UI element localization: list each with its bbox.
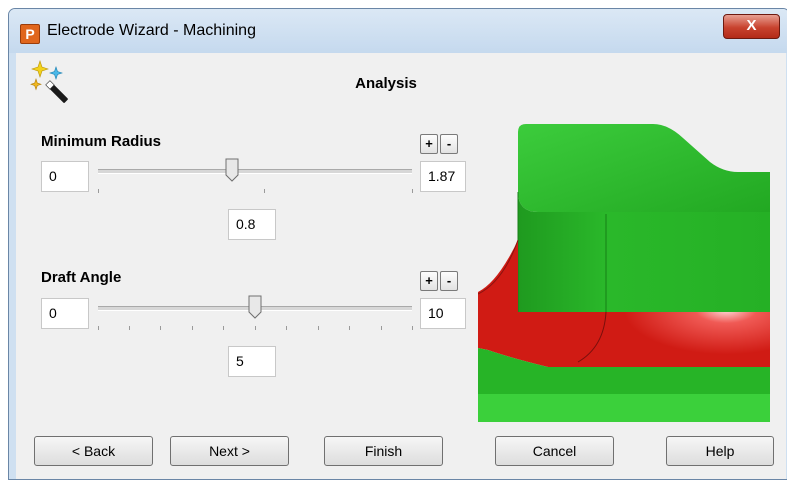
next-button[interactable]: Next > xyxy=(170,436,289,466)
slider-tick xyxy=(255,326,256,330)
minimum-radius-label: Minimum Radius xyxy=(41,133,162,150)
magic-wand-icon xyxy=(30,60,68,103)
slider-tick xyxy=(223,326,224,330)
draft-angle-plus-button[interactable]: + xyxy=(420,271,438,291)
minimum-radius-minus-button[interactable]: - xyxy=(440,134,458,154)
cancel-button[interactable]: Cancel xyxy=(495,436,614,466)
window-title: Electrode Wizard - Machining xyxy=(47,22,256,39)
slider-tick xyxy=(98,189,99,193)
title-bar[interactable]: P Electrode Wizard - Machining X xyxy=(9,9,787,53)
slider-tick xyxy=(318,326,319,330)
slider-tick xyxy=(286,326,287,330)
draft-angle-min-field[interactable]: 0 xyxy=(41,298,89,329)
minimum-radius-value-field[interactable]: 0.8 xyxy=(228,209,276,240)
electrode-analysis-preview xyxy=(478,122,770,422)
base-surface xyxy=(478,394,770,422)
slider-tick xyxy=(349,326,350,330)
slider-tick xyxy=(129,326,130,330)
minimum-radius-slider-thumb[interactable] xyxy=(225,158,239,182)
minimum-radius-max-field[interactable]: 1.87 xyxy=(420,161,466,192)
draft-angle-max-field[interactable]: 10 xyxy=(420,298,466,329)
finish-button[interactable]: Finish xyxy=(324,436,443,466)
app-logo-icon: P xyxy=(20,24,40,44)
draft-angle-label: Draft Angle xyxy=(41,269,122,286)
slider-tick xyxy=(264,189,265,193)
slider-tick xyxy=(160,326,161,330)
wizard-body: Analysis Minimum Radius + - 0 1.87 0.8 D… xyxy=(16,53,786,479)
draft-angle-minus-button[interactable]: - xyxy=(440,271,458,291)
slider-tick xyxy=(98,326,99,330)
slider-track[interactable] xyxy=(98,169,412,174)
slider-tick xyxy=(381,326,382,330)
draft-angle-slider-thumb[interactable] xyxy=(248,295,262,319)
help-button[interactable]: Help xyxy=(666,436,774,466)
minimum-radius-min-field[interactable]: 0 xyxy=(41,161,89,192)
slider-tick xyxy=(412,326,413,330)
slider-tick xyxy=(412,189,413,193)
page-title: Analysis xyxy=(355,75,417,92)
draft-angle-value-field[interactable]: 5 xyxy=(228,346,276,377)
slider-tick xyxy=(192,326,193,330)
minimum-radius-plus-button[interactable]: + xyxy=(420,134,438,154)
back-button[interactable]: < Back xyxy=(34,436,153,466)
close-button[interactable]: X xyxy=(723,14,780,39)
wizard-window: P Electrode Wizard - Machining X Analysi… xyxy=(8,8,787,480)
